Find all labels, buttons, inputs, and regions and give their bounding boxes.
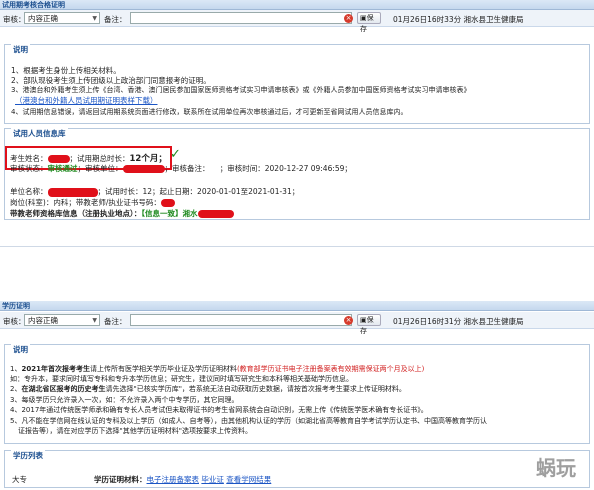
trial-row-5: 带教老师资格库信息（注册执业地点）：【信息一致】湘水 xyxy=(10,208,234,219)
note-line-4: 4、试用期信息错误，请返回试用期系统页面进行修改，联系所在试用单位再次审核通过后… xyxy=(11,108,408,116)
notes-title: 说明 xyxy=(11,44,30,55)
teacher-label: 内科；带教老师/执业证书号码： xyxy=(53,198,161,207)
edu-list-box: 学历列表 xyxy=(4,450,590,488)
note-warning: (教育部学历证书电子注册备案表有效期需保证两个月及以上) xyxy=(236,365,425,373)
edu-list-title: 学历列表 xyxy=(11,450,45,461)
top-notes-box: 说明 1、根据考生身份上传相关材料。 2、部队现役考生须上传团级以上政治部门同意… xyxy=(4,44,590,124)
sample-download-link[interactable]: （港澳台和外籍人员试用期证明表样下载） xyxy=(15,95,158,106)
redaction-mark xyxy=(47,187,98,197)
save-icon: ▣ xyxy=(360,316,367,324)
clear-icon[interactable]: × xyxy=(344,14,353,23)
registration-form-link[interactable]: 电子注册备案表 xyxy=(147,475,200,484)
status-label: 审核状态： xyxy=(10,164,48,173)
materials-label: 学历证明材料： xyxy=(94,475,147,484)
edu-note-1: 1、2021年首次报考考生请上传所有医学相关学历毕业证及学历证明材料(教育部学历… xyxy=(10,364,424,374)
edu-note-5: 5、凡不能在学信网在线认证的专科及以上学历（如成人、自考等），由其他机构认证的学… xyxy=(10,417,487,425)
review-select[interactable]: 内容正确 ▼ xyxy=(24,314,100,326)
chevron-down-icon: ▼ xyxy=(92,317,97,324)
check-mark-icon: ✓ xyxy=(170,147,181,162)
top-review-toolbar: 审核： 内容正确 ▼ 备注： × ▣保存 01月26日16时33分 湘水县卫生健… xyxy=(0,10,594,33)
name-label: 考生姓名： xyxy=(10,154,48,163)
dates-label: ；起止日期： xyxy=(152,187,198,196)
edu-note-5b: 证报告等），请在对应学历下选择"其他学历证明材料"选项按要求上传资料。 xyxy=(18,427,252,435)
duration-label: ；试用时长： xyxy=(97,187,143,196)
reviewer-info: 01月26日16时31分 湘水县卫生健康局 xyxy=(393,317,524,326)
chsi-result-link[interactable]: 查看学网结果 xyxy=(226,475,271,484)
time-value: 2020-12-27 09:46:59； xyxy=(264,164,352,173)
notes-title: 说明 xyxy=(11,344,30,355)
save-icon: ▣ xyxy=(360,14,367,22)
trial-row-3: 单位名称： ；试用时长：12；起止日期：2020-01-01至2021-01-31… xyxy=(10,186,299,197)
remark-label: 备注： xyxy=(104,15,127,24)
trial-row-2: 审核状态：审核通过；审核单位： ；审核备注： ；审核时间：2020-12-27 09… xyxy=(10,163,352,174)
duration-value: 12 xyxy=(142,187,153,196)
note-prefix: 1、 xyxy=(10,365,22,373)
chevron-down-icon: ▼ xyxy=(92,15,97,22)
panel-title-education-proof: 学历证明 xyxy=(0,301,594,311)
bottom-review-toolbar: 审核： 内容正确 ▼ 备注： × ▣保存 01月26日16时31分 湘水县卫生健… xyxy=(0,312,594,335)
reviewer-info: 01月26日16时33分 湘水县卫生健康局 xyxy=(393,15,524,24)
note-prefix: 2、 xyxy=(10,385,22,393)
remark-input[interactable] xyxy=(130,314,352,326)
teacher-qual-label: 带教老师资格库信息（注册执业地点）： xyxy=(10,209,142,218)
dept-label: 岗位(科室)： xyxy=(10,198,54,207)
note-bold: 2021年首次报考考生 xyxy=(21,365,90,373)
save-button[interactable]: ▣保存 xyxy=(357,314,381,335)
watermark-logo: 蜗玩 xyxy=(536,456,576,480)
redaction-mark xyxy=(197,210,234,218)
review-label: 审核： xyxy=(3,317,26,326)
remark-review-value: ； xyxy=(219,164,228,173)
degree-name: 大专 xyxy=(12,475,27,484)
trial-info-title: 试用人员信息库 xyxy=(11,128,68,139)
remark-label: 备注： xyxy=(104,317,127,326)
edu-note-4: 4、2017年通过传统医学师承和确有专长人员考试但未取得证书的考生省网系统会自动… xyxy=(10,406,428,414)
review-select[interactable]: 内容正确 ▼ xyxy=(24,12,100,24)
note-text: 请先选择"已核实学历库"，若系统无法自动获取历史数据，请按首次报考考生要求上传证… xyxy=(105,385,406,393)
note-line-3: 3、港澳台和外籍考生须上传《台湾、香港、澳门居民参加国家医师资格考试实习申请审核… xyxy=(11,86,471,94)
redaction-mark xyxy=(47,155,70,163)
review-label: 审核： xyxy=(3,15,26,24)
unit-name-label: 单位名称： xyxy=(10,187,48,196)
edu-note-2: 2、在湖北省区报考的历史考生请先选择"已核实学历库"，若系统无法自动获取历史数据… xyxy=(10,384,406,394)
time-label: 审核时间： xyxy=(227,164,265,173)
diploma-link[interactable]: 毕业证 xyxy=(201,475,224,484)
edu-note-3: 3、每级学历只允许录入一次，如：不允许录入两个中专学历，其它同理。 xyxy=(10,396,239,404)
edu-materials-row: 学历证明材料：电子注册备案表 毕业证 查看学网结果 xyxy=(94,474,271,485)
status-badge: 审核通过 xyxy=(47,164,78,173)
remark-review-label: ；审核备注： xyxy=(164,164,206,173)
redaction-mark xyxy=(160,199,175,207)
review-select-value: 内容正确 xyxy=(28,316,58,325)
remark-input[interactable] xyxy=(130,12,352,24)
edu-note-1b: 如：专升本，要求同时填写专科和专升本学历信息；研究生，建议同时填写研究生和本科等… xyxy=(10,375,353,383)
clear-icon[interactable]: × xyxy=(344,316,353,325)
divider xyxy=(0,246,594,247)
redaction-mark xyxy=(122,165,165,173)
trial-row-4: 岗位(科室)：内科；带教老师/执业证书号码： xyxy=(10,197,175,208)
save-button[interactable]: ▣保存 xyxy=(357,12,381,33)
note-bold: 在湖北省区报考的历史考生 xyxy=(21,385,106,393)
panel-title-trial-proof: 试用期考核合格证明 xyxy=(0,0,594,10)
unit-label: ；审核单位： xyxy=(77,164,123,173)
teacher-qual-value: 【信息一致】湘水 xyxy=(141,209,198,218)
note-text: 请上传所有医学相关学历毕业证及学历证明材料 xyxy=(89,365,237,373)
dates-value: 2020-01-01至2021-01-31； xyxy=(197,187,300,196)
period-label: ；试用期总时长： xyxy=(69,154,130,163)
review-select-value: 内容正确 xyxy=(28,14,58,23)
